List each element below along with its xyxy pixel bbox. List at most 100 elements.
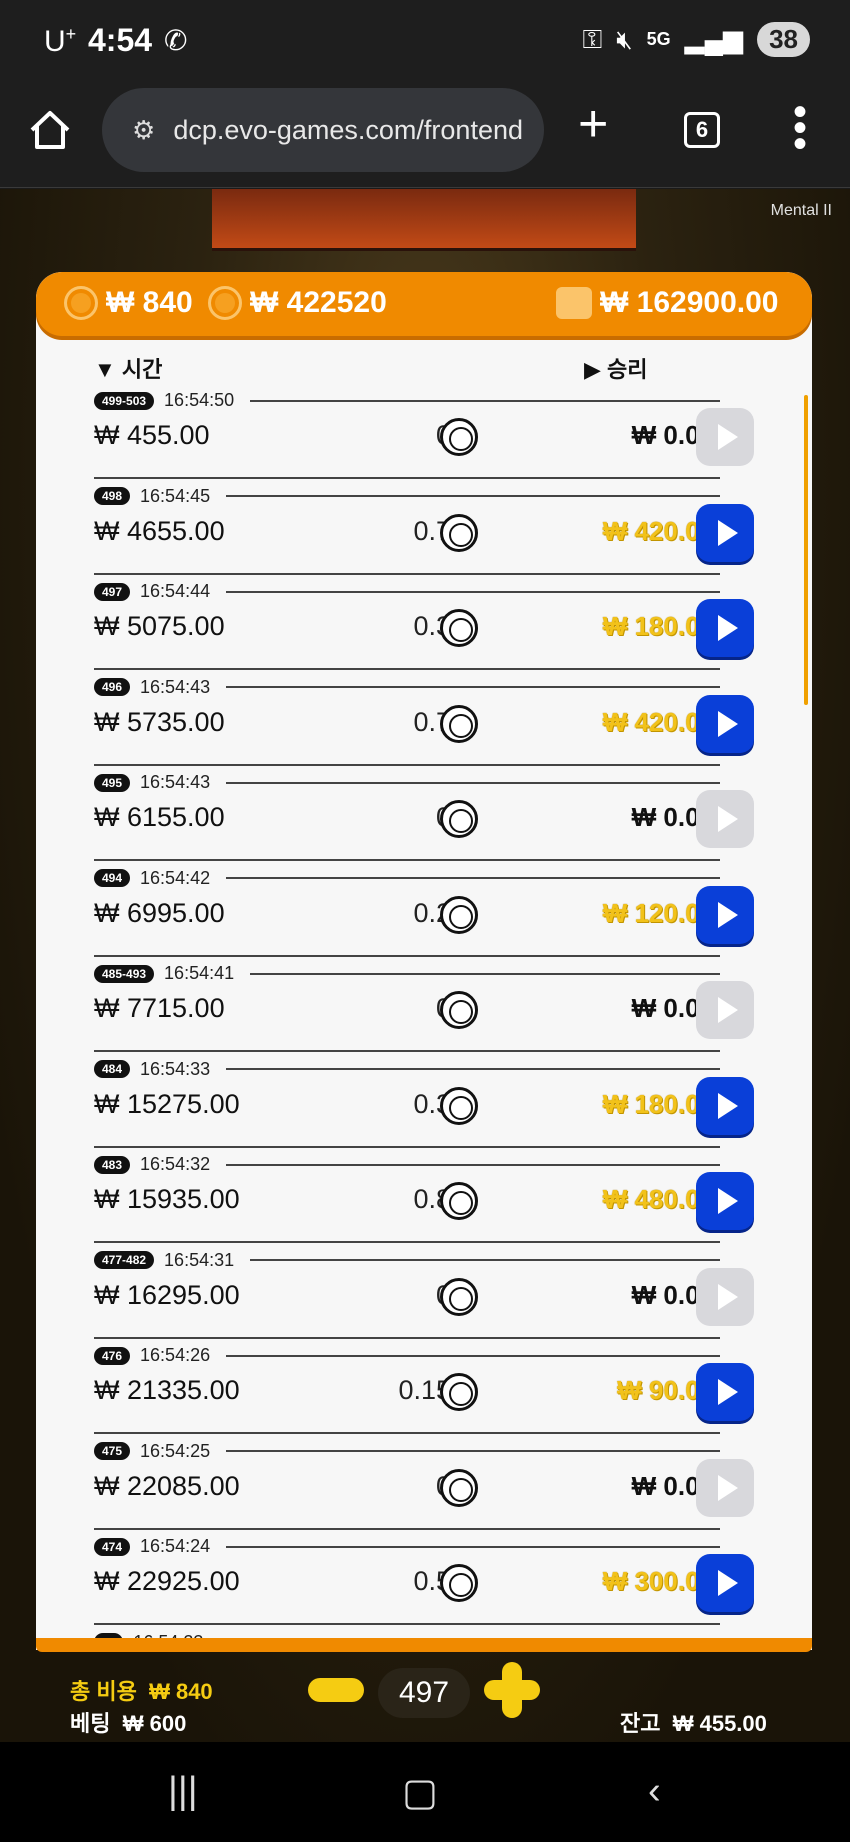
tab-switcher-button[interactable]: 6 <box>684 112 720 148</box>
coin-icon <box>440 1086 478 1125</box>
divider <box>226 1068 720 1070</box>
divider <box>250 399 720 402</box>
panel-bottom-edge <box>36 1638 812 1652</box>
row-win: ₩ 180.00 <box>602 611 714 641</box>
status-icons: ⚿ 🔇︎ 5G ▂▄▆ 38 <box>582 22 810 57</box>
replay-button[interactable] <box>696 981 754 1039</box>
key-icon: ⚿ <box>582 23 603 54</box>
play-icon <box>718 1092 738 1119</box>
row-meta: 497 16:54:44 <box>94 581 720 602</box>
round-id-badge: 485-493 <box>94 964 155 983</box>
coin-icon <box>440 418 478 456</box>
history-row: 477-482 16:54:31 ₩ 16295.00 0 x ₩ 0.00 <box>36 1244 812 1340</box>
divider <box>226 1163 720 1166</box>
row-time: 16:54:32 <box>140 1154 211 1174</box>
wallet-icon <box>556 287 592 319</box>
game-banner <box>212 189 636 251</box>
new-tab-icon[interactable]: + <box>578 98 608 150</box>
replay-button[interactable] <box>696 1363 754 1421</box>
divider <box>226 1354 720 1357</box>
history-row: 474 16:54:24 ₩ 22925.00 0.5 x ₩ 300.00 <box>36 1530 812 1626</box>
scrollbar[interactable] <box>804 395 808 705</box>
play-icon <box>718 615 738 641</box>
carrier-label: U+ <box>44 24 77 58</box>
coin-icon <box>440 704 478 743</box>
game-controls: 총 비용 ₩ 840 베팅 ₩ 600 497 잔고 ₩ 455.00 <box>0 1652 850 1742</box>
sort-win-header[interactable]: ▶ 승리 <box>584 352 648 384</box>
history-row: 476 16:54:26 ₩ 21335.00 0.15 x ₩ 90.00 <box>36 1339 812 1435</box>
row-balance: ₩ 7715.00 <box>94 993 225 1023</box>
signal-icon: ▂▄▆ <box>684 24 744 54</box>
history-panel: ₩ 840 ₩ 422520 ₩ 162900.00 ▼ 시간 ▶ 승리 499… <box>36 272 812 1650</box>
coin-icon <box>440 1468 478 1507</box>
play-icon <box>718 710 738 737</box>
coin-icon <box>440 1277 478 1316</box>
increase-button[interactable] <box>484 1662 540 1718</box>
bet-amount: ₩ 840 <box>64 286 193 320</box>
browser-toolbar: ⚙ dcp.evo-games.com/frontend + 6 • • • <box>0 88 850 188</box>
round-id-badge: 496 <box>94 678 131 696</box>
row-time: 16:54:50 <box>164 390 235 410</box>
panel-balance: ₩ 162900.00 <box>556 286 778 320</box>
row-meta: 495 16:54:43 <box>94 772 720 793</box>
row-meta: 483 16:54:32 <box>94 1154 720 1175</box>
round-id-badge: 476 <box>94 1346 131 1365</box>
menu-icon[interactable]: • • • <box>790 92 810 164</box>
clock: 4:54 <box>88 22 153 58</box>
coin-icon <box>440 1373 478 1411</box>
play-icon <box>718 997 738 1023</box>
sort-time-header[interactable]: ▼ 시간 <box>94 352 162 384</box>
coin-icon <box>440 991 478 1029</box>
divider <box>226 1545 720 1548</box>
recent-apps-icon[interactable]: ||| <box>168 1770 198 1813</box>
row-balance: ₩ 15275.00 <box>94 1088 240 1119</box>
coin-icon <box>440 513 478 552</box>
round-id-badge: 494 <box>94 869 131 887</box>
row-meta: 475 16:54:25 <box>94 1441 720 1462</box>
replay-button[interactable] <box>696 1172 754 1230</box>
history-row: 494 16:54:42 ₩ 6995.00 0.2 x ₩ 120.00 <box>36 862 812 958</box>
row-win: ₩ 420.00 <box>602 515 714 546</box>
divider <box>226 781 720 784</box>
row-meta: 476 16:54:26 <box>94 1345 720 1366</box>
mute-icon: 🔇︎ <box>616 23 633 54</box>
replay-button[interactable] <box>696 1554 754 1612</box>
coins-total: ₩ 422520 <box>208 286 387 320</box>
play-icon <box>718 901 738 928</box>
coin-icon <box>440 895 478 934</box>
row-meta: 496 16:54:43 <box>94 677 720 698</box>
site-settings-icon[interactable]: ⚙ <box>132 115 155 146</box>
replay-button[interactable] <box>696 1076 754 1135</box>
replay-button[interactable] <box>696 408 754 466</box>
coin-icon <box>440 609 478 647</box>
replay-button[interactable] <box>696 503 754 562</box>
replay-button[interactable] <box>696 1458 754 1517</box>
system-nav-bar: ||| ▢ ‹ <box>0 1742 850 1842</box>
row-win: ₩ 480.00 <box>602 1184 714 1214</box>
row-time: 16:54:45 <box>140 485 211 506</box>
round-id-badge: 484 <box>94 1060 131 1078</box>
row-time: 16:54:43 <box>140 676 211 697</box>
home-nav-icon[interactable]: ▢ <box>402 1770 438 1815</box>
row-balance: ₩ 5075.00 <box>94 611 225 641</box>
home-icon[interactable] <box>28 108 72 152</box>
row-meta: 494 16:54:42 <box>94 868 720 889</box>
replay-button[interactable] <box>696 694 754 753</box>
replay-button[interactable] <box>696 599 754 657</box>
network-label: 5G <box>646 29 671 49</box>
balance-info: 잔고 ₩ 455.00 <box>620 1711 767 1736</box>
coin-icon <box>440 1564 478 1602</box>
replay-button[interactable] <box>696 790 754 848</box>
bet-info: 베팅 ₩ 600 <box>70 1711 187 1736</box>
divider <box>226 590 720 593</box>
row-win: ₩ 0.00 <box>631 993 714 1023</box>
url-bar[interactable]: ⚙ dcp.evo-games.com/frontend <box>102 88 544 172</box>
row-balance: ₩ 22085.00 <box>94 1470 240 1501</box>
decrease-button[interactable] <box>308 1678 364 1702</box>
play-icon <box>718 519 738 546</box>
row-time: 16:54:33 <box>140 1058 211 1079</box>
status-bar: U+ 4:54 ✆ ⚿ 🔇︎ 5G ▂▄▆ 38 <box>0 0 850 88</box>
back-icon[interactable]: ‹ <box>648 1770 661 1813</box>
replay-button[interactable] <box>696 885 754 944</box>
replay-button[interactable] <box>696 1267 754 1326</box>
